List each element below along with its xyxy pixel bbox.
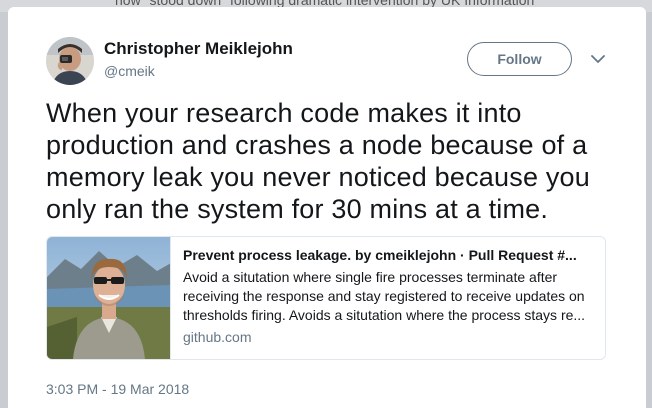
link-description-line: Avoid a situtation where single fire pro… <box>183 269 558 285</box>
link-description: Avoid a situtation where single fire pro… <box>183 268 593 325</box>
follow-button[interactable]: Follow <box>467 42 572 76</box>
link-thumbnail <box>47 237 171 359</box>
link-thumbnail-photo <box>47 237 170 359</box>
avatar-photo <box>46 37 94 85</box>
author-handle[interactable]: @cmeik <box>104 63 155 79</box>
tweet-text: When your research code makes it into pr… <box>46 98 590 224</box>
author-name[interactable]: Christopher Meiklejohn <box>104 39 293 59</box>
chevron-down-icon[interactable] <box>588 51 608 67</box>
link-description-line: receiving the response and stay register… <box>183 288 585 304</box>
link-domain: github.com <box>183 329 252 345</box>
tweet-card: Christopher Meiklejohn @cmeik Follow Whe… <box>8 7 646 408</box>
tweet-timestamp[interactable]: 3:03 PM - 19 Mar 2018 <box>46 381 189 397</box>
link-preview-card[interactable]: Prevent process leakage. by cmeiklejohn … <box>46 236 606 360</box>
avatar[interactable] <box>46 37 94 85</box>
link-description-line: thresholds firing. Avoids a situtation w… <box>183 307 586 323</box>
link-title: Prevent process leakage. by cmeiklejohn … <box>183 247 577 263</box>
